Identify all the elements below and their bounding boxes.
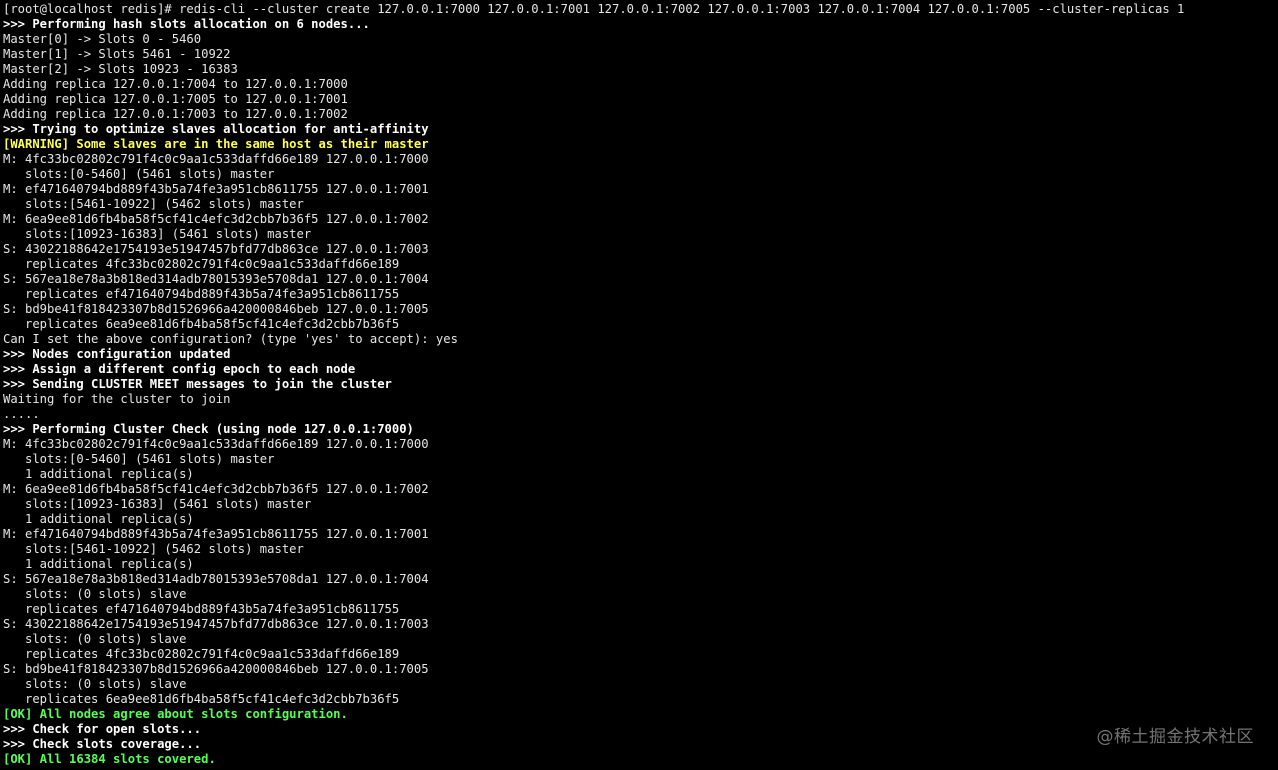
terminal-line: Master[0] -> Slots 0 - 5460: [3, 32, 202, 46]
terminal-line: slots: (0 slots) slave: [3, 677, 187, 691]
terminal-line: slots:[0-5460] (5461 slots) master: [3, 167, 275, 181]
terminal-line: slots: (0 slots) slave: [3, 587, 187, 601]
terminal-line: M: ef471640794bd889f43b5a74fe3a951cb8611…: [3, 527, 429, 541]
terminal-line: S: 567ea18e78a3b818ed314adb78015393e5708…: [3, 272, 429, 286]
terminal-line: S: 43022188642e1754193e51947457bfd77db86…: [3, 617, 429, 631]
terminal-line: .....: [3, 407, 40, 421]
terminal-line: replicates 4fc33bc02802c791f4c0c9aa1c533…: [3, 257, 400, 271]
terminal-line: Adding replica 127.0.0.1:7004 to 127.0.0…: [3, 77, 348, 91]
terminal-line: 1 additional replica(s): [3, 557, 194, 571]
terminal-line: Adding replica 127.0.0.1:7003 to 127.0.0…: [3, 107, 348, 121]
status-line: >>> Assign a different config epoch to e…: [3, 362, 356, 376]
terminal-line: slots:[10923-16383] (5461 slots) master: [3, 497, 312, 511]
status-line: >>> Trying to optimize slaves allocation…: [3, 122, 429, 136]
status-line: >>> Check for open slots...: [3, 722, 202, 736]
ok-line: [OK] All 16384 slots covered.: [3, 752, 216, 766]
terminal-line: slots:[5461-10922] (5462 slots) master: [3, 542, 304, 556]
terminal-line: Adding replica 127.0.0.1:7005 to 127.0.0…: [3, 92, 348, 106]
terminal-line: replicates ef471640794bd889f43b5a74fe3a9…: [3, 287, 400, 301]
status-line: >>> Sending CLUSTER MEET messages to joi…: [3, 377, 392, 391]
terminal-line: slots:[5461-10922] (5462 slots) master: [3, 197, 304, 211]
terminal-line: replicates 6ea9ee81d6fb4ba58f5cf41c4efc3…: [3, 317, 400, 331]
terminal-line: S: 567ea18e78a3b818ed314adb78015393e5708…: [3, 572, 429, 586]
terminal-line: slots: (0 slots) slave: [3, 632, 187, 646]
terminal-line: replicates 6ea9ee81d6fb4ba58f5cf41c4efc3…: [3, 692, 400, 706]
terminal-line: S: bd9be41f818423307b8d1526966a420000846…: [3, 662, 429, 676]
terminal-line: M: ef471640794bd889f43b5a74fe3a951cb8611…: [3, 182, 429, 196]
status-line: >>> Nodes configuration updated: [3, 347, 231, 361]
terminal-line: Master[1] -> Slots 5461 - 10922: [3, 47, 231, 61]
terminal-line: M: 6ea9ee81d6fb4ba58f5cf41c4efc3d2cbb7b3…: [3, 212, 429, 226]
terminal-line: M: 4fc33bc02802c791f4c0c9aa1c533daffd66e…: [3, 152, 429, 166]
terminal-line: replicates 4fc33bc02802c791f4c0c9aa1c533…: [3, 647, 400, 661]
ok-line: [OK] All nodes agree about slots configu…: [3, 707, 348, 721]
terminal-line: 1 additional replica(s): [3, 512, 194, 526]
terminal-line: Waiting for the cluster to join: [3, 392, 231, 406]
terminal-line: slots:[10923-16383] (5461 slots) master: [3, 227, 312, 241]
terminal-line: S: 43022188642e1754193e51947457bfd77db86…: [3, 242, 429, 256]
warning-line: [WARNING] Some slaves are in the same ho…: [3, 137, 429, 151]
terminal-line: M: 4fc33bc02802c791f4c0c9aa1c533daffd66e…: [3, 437, 429, 451]
terminal-line: slots:[0-5460] (5461 slots) master: [3, 452, 275, 466]
status-line: >>> Performing Cluster Check (using node…: [3, 422, 414, 436]
terminal-line: S: bd9be41f818423307b8d1526966a420000846…: [3, 302, 429, 316]
status-line: >>> Performing hash slots allocation on …: [3, 17, 370, 31]
terminal-line: M: 6ea9ee81d6fb4ba58f5cf41c4efc3d2cbb7b3…: [3, 482, 429, 496]
watermark: @稀土掘金技术社区: [1096, 727, 1254, 747]
terminal-line: Master[2] -> Slots 10923 - 16383: [3, 62, 238, 76]
status-line: >>> Check slots coverage...: [3, 737, 202, 751]
terminal-line: [root@localhost redis]# redis-cli --clus…: [3, 2, 1185, 16]
terminal-line: 1 additional replica(s): [3, 467, 194, 481]
terminal-output[interactable]: [root@localhost redis]# redis-cli --clus…: [0, 0, 1278, 770]
terminal-line: replicates ef471640794bd889f43b5a74fe3a9…: [3, 602, 400, 616]
terminal-line: Can I set the above configuration? (type…: [3, 332, 458, 346]
